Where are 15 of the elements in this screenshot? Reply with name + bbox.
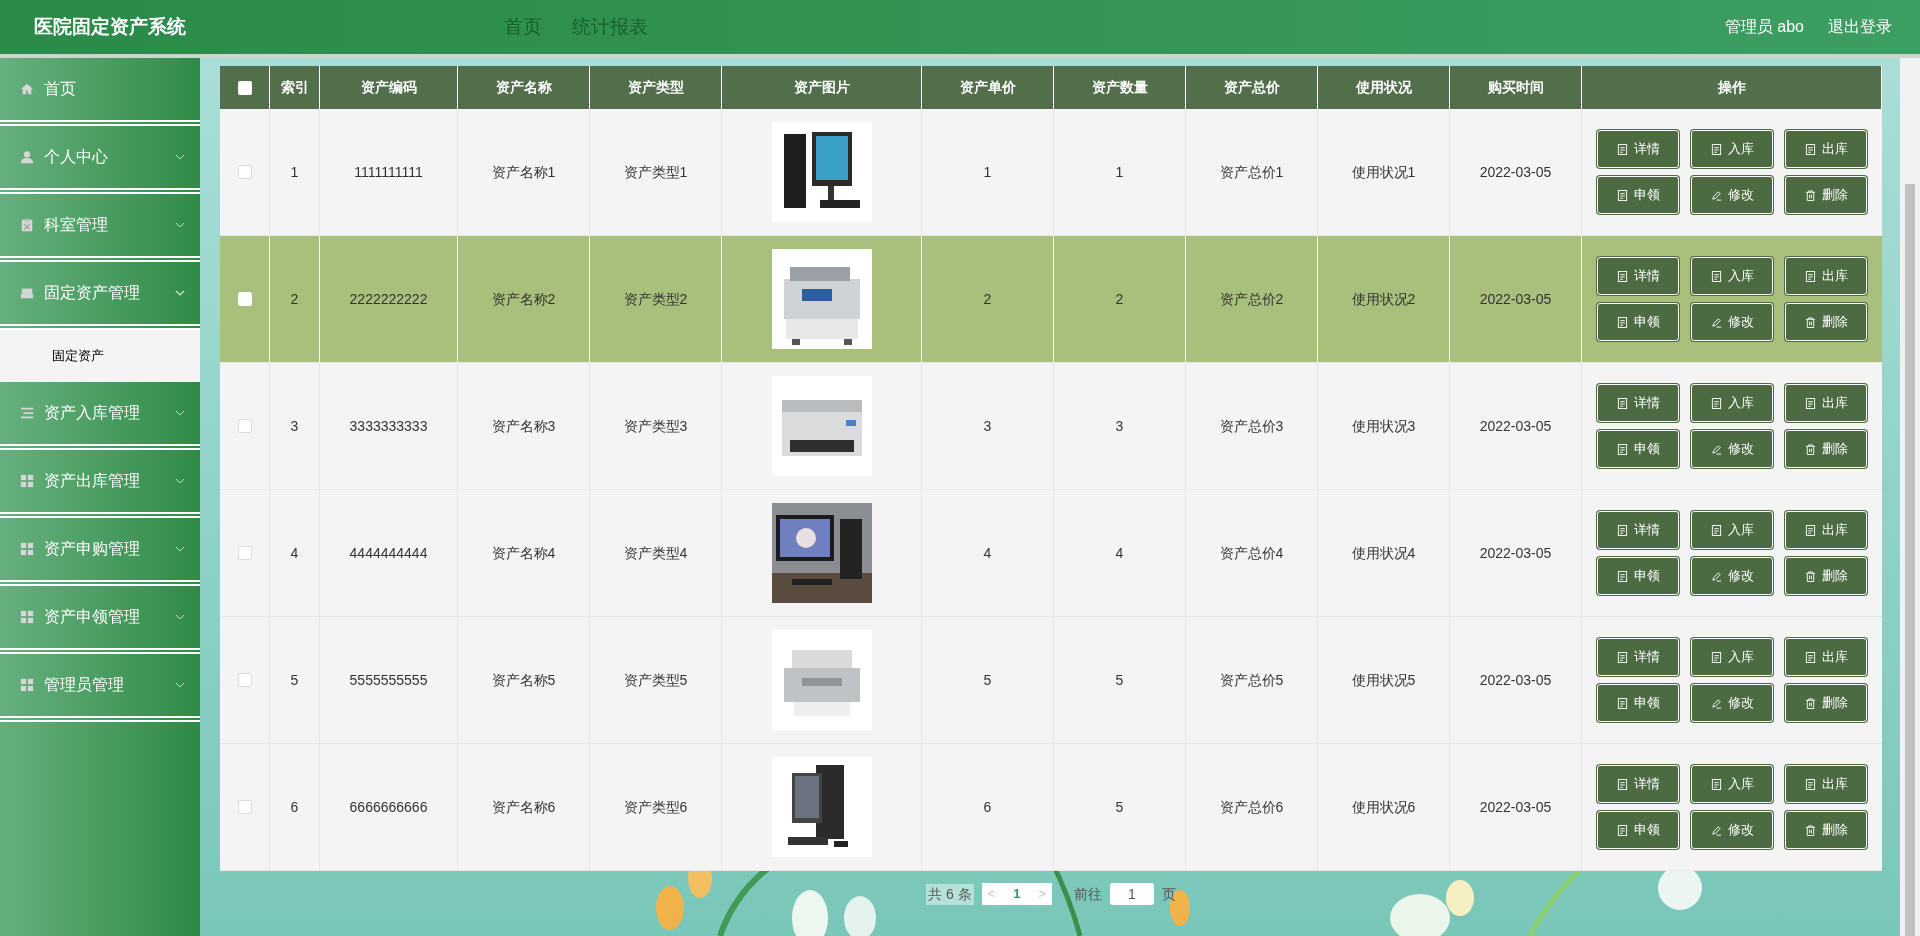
user-label: 管理员 abo xyxy=(1724,17,1804,37)
home-icon xyxy=(20,82,34,96)
scrollbar[interactable] xyxy=(1900,58,1920,936)
user-icon xyxy=(20,150,34,164)
grid-icon xyxy=(20,542,34,556)
clipboard-icon xyxy=(20,218,34,232)
grid-icon xyxy=(20,610,34,624)
grid-icon xyxy=(20,474,34,488)
list-icon xyxy=(20,406,34,420)
submenu-item[interactable]: 固定资产 xyxy=(0,330,200,382)
tray-icon xyxy=(20,286,34,300)
scrollbar-thumb[interactable] xyxy=(1905,184,1915,936)
grid-icon xyxy=(20,678,34,692)
logout-link[interactable]: 退出登录 xyxy=(1828,15,1892,39)
app-title: 医院固定资产系统 xyxy=(34,14,187,39)
